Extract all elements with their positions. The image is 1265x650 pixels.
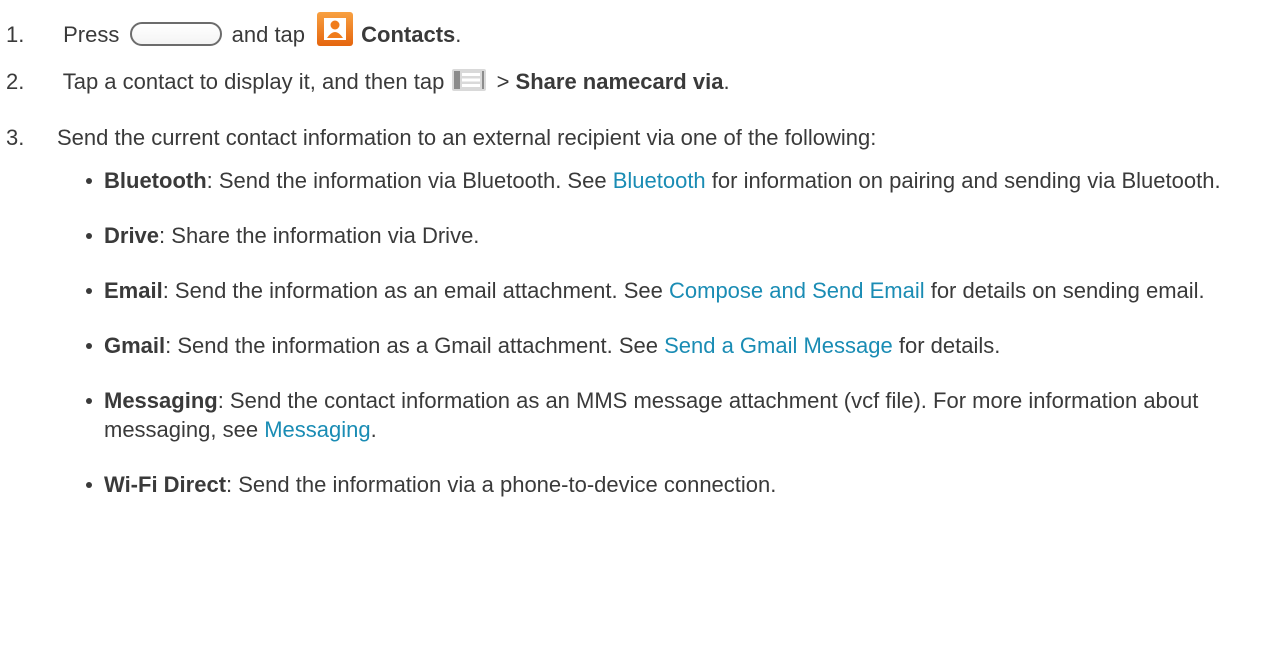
bluetooth-link[interactable]: Bluetooth	[613, 168, 706, 193]
bullet-icon	[86, 398, 92, 404]
bullet-icon	[86, 482, 92, 488]
bullet-icon	[86, 343, 92, 349]
step-text: Tap a contact to display it, and then ta…	[62, 69, 445, 94]
step-1: 1. Press and tap Contacts.	[0, 12, 461, 48]
option-text: .	[370, 417, 377, 442]
option-label: Gmail	[104, 333, 166, 358]
option-text: : Send the information as a Gmail attach…	[165, 333, 665, 358]
option-text: for information on pairing and sending v…	[705, 168, 1221, 193]
step-3: 3. Send the current contact information t…	[0, 125, 876, 151]
compose-send-email-link[interactable]: Compose and Send Email	[669, 278, 925, 303]
option-text: : Send the information via Bluetooth. Se…	[206, 168, 613, 193]
step-text: and tap	[231, 22, 306, 47]
step-number: 3.	[6, 125, 25, 150]
bullet-icon	[86, 233, 92, 239]
list-item-email: Email: Send the information as an email …	[86, 276, 1256, 305]
messaging-link[interactable]: Messaging	[264, 417, 370, 442]
list-item-gmail: Gmail: Send the information as a Gmail a…	[86, 331, 1256, 360]
step-number: 1.	[6, 22, 25, 47]
option-text: for details.	[892, 333, 1001, 358]
bullet-icon	[86, 288, 92, 294]
option-label: Wi-Fi Direct	[104, 472, 227, 497]
option-text: : Send the information as an email attac…	[162, 278, 669, 303]
contacts-label: Contacts	[361, 22, 456, 47]
option-text: for details on sending email.	[924, 278, 1205, 303]
share-namecard-label: Share namecard via	[515, 69, 724, 94]
list-item-bluetooth: Bluetooth: Send the information via Blue…	[86, 166, 1256, 195]
step-number: 2.	[6, 69, 25, 94]
contacts-app-icon	[317, 12, 354, 46]
option-text: : Share the information via Drive.	[159, 223, 480, 248]
menu-icon	[452, 69, 487, 91]
step-text: Send the current contact information to …	[57, 125, 877, 150]
list-item-drive: Drive: Share the information via Drive.	[86, 221, 1256, 250]
bullet-icon	[86, 178, 92, 184]
step-text: >	[496, 69, 510, 94]
share-options-list: Bluetooth: Send the information via Blue…	[86, 166, 1256, 525]
option-text: : Send the information via a phone-to-de…	[226, 472, 777, 497]
step-2: 2. Tap a contact to display it, and then…	[0, 69, 730, 95]
punctuation: .	[455, 22, 462, 47]
punctuation: .	[723, 69, 730, 94]
list-item-wifi-direct: Wi-Fi Direct: Send the information via a…	[86, 470, 1256, 499]
send-gmail-message-link[interactable]: Send a Gmail Message	[664, 333, 893, 358]
option-label: Messaging	[104, 388, 218, 413]
home-key-icon	[129, 22, 222, 46]
option-label: Bluetooth	[104, 168, 207, 193]
list-item-messaging: Messaging: Send the contact information …	[86, 386, 1256, 444]
option-label: Email	[104, 278, 163, 303]
step-text: Press	[63, 22, 120, 47]
option-label: Drive	[104, 223, 160, 248]
